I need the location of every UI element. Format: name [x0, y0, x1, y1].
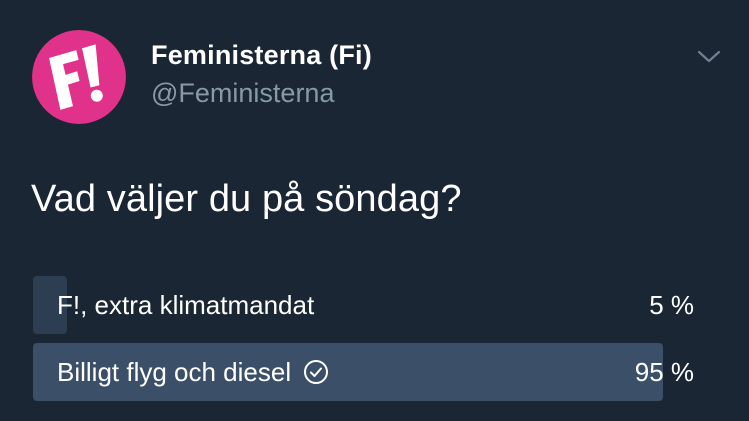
tweet-card: Feministerna (Fi) @Feministerna Vad välj…	[0, 0, 749, 421]
feministerna-logo	[32, 30, 126, 124]
poll-option-percent: 95 %	[634, 357, 694, 387]
author-block: Feministerna (Fi) @Feministerna	[151, 37, 372, 111]
chevron-down-icon[interactable]	[696, 47, 722, 65]
poll-option-label: F!, extra klimatmandat	[57, 290, 315, 320]
poll-option-label: Billigt flyg och diesel	[57, 357, 292, 387]
poll-option[interactable]: F!, extra klimatmandat 5 %	[33, 276, 696, 334]
author-handle[interactable]: @Feministerna	[151, 75, 372, 111]
author-display-name[interactable]: Feministerna (Fi)	[151, 37, 372, 73]
avatar[interactable]	[32, 30, 126, 124]
tweet-text: Vad väljer du på söndag?	[31, 178, 462, 220]
poll-option-selected[interactable]: Billigt flyg och diesel 95 %	[33, 343, 696, 401]
poll-option-percent: 5 %	[649, 290, 694, 320]
check-circle-icon	[303, 359, 329, 385]
